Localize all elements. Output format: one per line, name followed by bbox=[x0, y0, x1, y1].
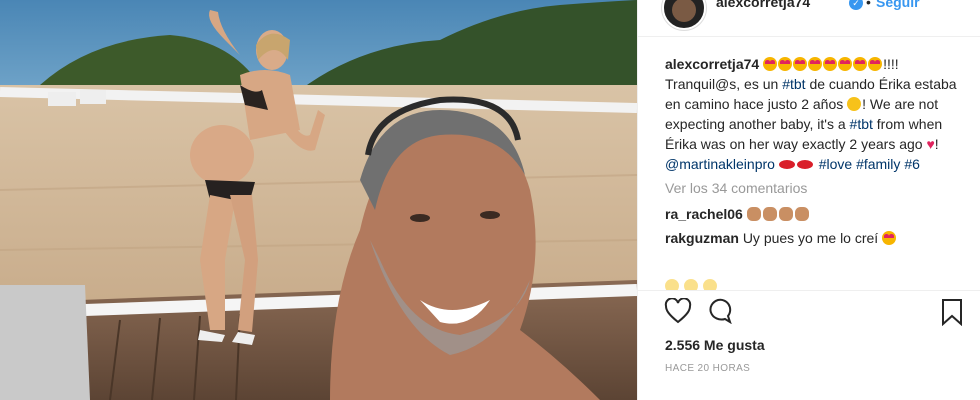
view-all-comments-link[interactable]: Ver los 34 comentarios bbox=[665, 178, 965, 198]
lips-emoji-icon bbox=[778, 160, 795, 169]
heart-eyes-emoji-icon bbox=[838, 57, 853, 71]
comment-row: rakguzman Uy pues yo me lo creí bbox=[665, 228, 965, 248]
clap-emoji-icon bbox=[778, 207, 793, 221]
clap-emoji-icon bbox=[794, 207, 809, 221]
bookmark-icon[interactable] bbox=[940, 298, 964, 331]
clap-emoji-icon bbox=[746, 207, 761, 221]
lips-emoji-icon bbox=[796, 160, 813, 169]
hashtag-link[interactable]: #6 bbox=[904, 156, 920, 172]
follow-button[interactable]: Seguir bbox=[876, 0, 920, 10]
next-comment-fade bbox=[665, 278, 965, 290]
post-side-panel: alexcorretja74 ✓ • Seguir alexcorretja74… bbox=[637, 0, 980, 400]
hashtag-link[interactable]: #love bbox=[819, 156, 852, 172]
mention-link[interactable]: @martinakleinpro bbox=[665, 156, 775, 172]
caption-text: ! bbox=[934, 136, 939, 152]
caption-exclaim: !!!! bbox=[883, 56, 899, 72]
heart-eyes-emoji-icon bbox=[808, 57, 823, 71]
emoji-icon bbox=[702, 279, 717, 290]
comment-bubble-icon[interactable] bbox=[704, 298, 732, 329]
comment-username[interactable]: rakguzman bbox=[665, 230, 739, 246]
heart-eyes-emoji-icon bbox=[778, 57, 793, 71]
comment-text: Uy pues yo me lo creí bbox=[742, 230, 879, 246]
caption-text: Tranquil@s, es un bbox=[665, 76, 783, 92]
hashtag-link[interactable]: #family bbox=[856, 156, 900, 172]
heart-eyes-emoji-icon bbox=[868, 57, 883, 71]
smile-emoji-icon bbox=[847, 97, 862, 111]
divider bbox=[638, 290, 980, 291]
hashtag-link[interactable]: #tbt bbox=[782, 76, 805, 92]
heart-eyes-emoji-icon bbox=[763, 57, 778, 71]
heart-eyes-emoji-icon bbox=[823, 57, 838, 71]
comment-username[interactable]: ra_rachel06 bbox=[665, 206, 743, 222]
likes-count[interactable]: 2.556 Me gusta bbox=[665, 337, 765, 353]
emoji-icon bbox=[665, 279, 679, 290]
clap-emoji-icon bbox=[762, 207, 777, 221]
heart-eyes-emoji-icon bbox=[853, 57, 868, 71]
heart-eyes-emoji-group bbox=[763, 56, 883, 72]
post-actions bbox=[664, 297, 964, 329]
post-photo-image bbox=[0, 0, 637, 400]
comment-row: ra_rachel06 bbox=[665, 204, 965, 224]
avatar[interactable] bbox=[662, 0, 706, 30]
hashtag-link[interactable]: #tbt bbox=[850, 116, 873, 132]
comments-list: alexcorretja74 !!!! Tranquil@s, es un #t… bbox=[665, 54, 965, 252]
heart-eyes-emoji-icon bbox=[793, 57, 808, 71]
caption: alexcorretja74 !!!! Tranquil@s, es un #t… bbox=[665, 54, 965, 174]
post-header: alexcorretja74 ✓ • Seguir bbox=[638, 0, 980, 37]
red-heart-emoji-icon: ♥ bbox=[926, 136, 935, 152]
emoji-icon bbox=[683, 279, 698, 290]
post-photo[interactable] bbox=[0, 0, 637, 400]
heart-outline-icon[interactable] bbox=[664, 297, 692, 329]
heart-eyes-emoji-icon bbox=[882, 231, 897, 245]
post-author-username[interactable]: alexcorretja74 bbox=[716, 0, 810, 10]
verified-badge-icon: ✓ bbox=[849, 0, 863, 10]
caption-username[interactable]: alexcorretja74 bbox=[665, 56, 759, 72]
post-timestamp: HACE 20 HORAS bbox=[665, 363, 751, 374]
separator-dot: • bbox=[866, 0, 871, 10]
